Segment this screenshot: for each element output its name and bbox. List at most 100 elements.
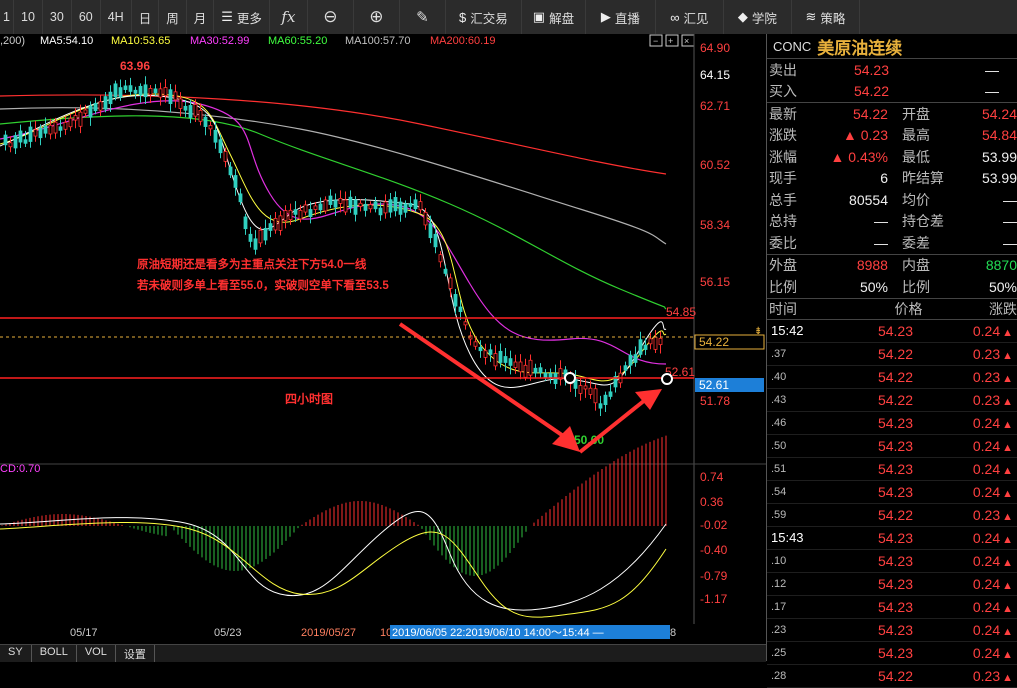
- tick-row[interactable]: .23 54.23 0.24 ▲: [767, 619, 1017, 642]
- ma30-legend: MA30:52.99: [190, 35, 249, 47]
- candle: [643, 344, 648, 350]
- candle: [368, 204, 373, 210]
- candle: [373, 201, 378, 210]
- candle: [43, 125, 48, 134]
- candle: [218, 139, 223, 154]
- trade-button[interactable]: $ 汇交易: [446, 0, 522, 34]
- breakout-marker[interactable]: [661, 373, 673, 385]
- zoom-out-button[interactable]: ⊖: [308, 0, 354, 34]
- tick-change: 0.24 ▲: [972, 437, 1013, 454]
- period-10min-button[interactable]: 10: [14, 0, 43, 34]
- stat-value: 6: [880, 170, 888, 187]
- school-button[interactable]: ◆ 学院: [724, 0, 792, 34]
- candle: [633, 354, 638, 363]
- period-4h-button[interactable]: 4H: [101, 0, 132, 34]
- ma100-legend: MA100:57.70: [345, 35, 410, 47]
- tick-change: 0.24 ▲: [972, 621, 1013, 638]
- current-price-label: 54.22: [699, 335, 729, 349]
- tick-row[interactable]: .50 54.23 0.24 ▲: [767, 435, 1017, 458]
- tick-row[interactable]: .10 54.23 0.24 ▲: [767, 550, 1017, 573]
- tick-row[interactable]: .28 54.22 0.23 ▲: [767, 665, 1017, 688]
- indicator-tab-boll[interactable]: BOLL: [32, 645, 77, 662]
- period-1min-button[interactable]: 1: [0, 0, 14, 34]
- ma30-line: [0, 100, 667, 365]
- fx-button[interactable]: fx: [270, 0, 308, 34]
- indicator-settings[interactable]: 设置: [116, 645, 155, 662]
- candle: [123, 85, 128, 90]
- candle: [283, 210, 288, 221]
- more-button[interactable]: ☰ 更多: [214, 0, 270, 34]
- tick-row[interactable]: .51 54.23 0.24 ▲: [767, 458, 1017, 481]
- period-30min-button[interactable]: 30: [43, 0, 72, 34]
- chart-area[interactable]: ,200) MA5:54.10 MA10:53.65 MA30:52.99 MA…: [0, 34, 766, 644]
- period-month-button[interactable]: 月: [187, 0, 215, 34]
- candle: [223, 151, 228, 162]
- candle: [153, 88, 158, 94]
- annotation-text-1: 原油短期还是看多为主重点关注下方54.0一线: [137, 257, 367, 271]
- up-arrow-line: [578, 394, 652, 454]
- ticks-list[interactable]: 15:42 54.23 0.24 ▲ .37 54.22 0.23 ▲ .40 54.22 0.23…: [767, 320, 1017, 688]
- breakout-marker[interactable]: [564, 372, 576, 384]
- live-button[interactable]: ▶ 直播: [586, 0, 656, 34]
- candle: [393, 197, 398, 212]
- tick-row[interactable]: .59 54.22 0.23 ▲: [767, 504, 1017, 527]
- candle: [603, 394, 608, 406]
- period-day-button[interactable]: 日: [132, 0, 160, 34]
- tick-row[interactable]: .54 54.23 0.24 ▲: [767, 481, 1017, 504]
- candle: [103, 96, 108, 110]
- analysis-button[interactable]: ▣ 解盘: [522, 0, 586, 34]
- price-tick: 64.15: [700, 68, 730, 82]
- candle: [183, 105, 188, 111]
- indicator-tab-sy[interactable]: SY: [0, 645, 32, 662]
- candle: [13, 135, 18, 149]
- chart-period-label: 四小时图: [285, 391, 333, 406]
- tick-row[interactable]: .17 54.23 0.24 ▲: [767, 596, 1017, 619]
- tick-row[interactable]: .40 54.22 0.23 ▲: [767, 366, 1017, 389]
- candlestick-chart[interactable]: ,200) MA5:54.10 MA10:53.65 MA30:52.99 MA…: [0, 34, 766, 644]
- candle: [128, 85, 133, 92]
- candle: [488, 349, 493, 355]
- tick-change: 0.24 ▲: [972, 598, 1013, 615]
- pen-icon: ✎: [416, 9, 429, 26]
- stat-value: 80554: [849, 191, 888, 208]
- x-tick: 05/23: [214, 627, 242, 639]
- up-arrow-icon: ▲: [1002, 326, 1013, 339]
- candle: [248, 233, 253, 242]
- candle: [233, 175, 238, 188]
- period-week-button[interactable]: 周: [159, 0, 187, 34]
- candle: [473, 341, 478, 347]
- tick-row[interactable]: .37 54.22 0.23 ▲: [767, 343, 1017, 366]
- up-arrow-icon: ▲: [1002, 395, 1013, 408]
- candle: [588, 387, 593, 395]
- up-arrow-icon: ▲: [1002, 418, 1013, 431]
- huijian-button[interactable]: ∞ 汇见: [656, 0, 724, 34]
- symbol-title: CONC 美原油连续: [767, 34, 1017, 59]
- candle: [213, 129, 218, 143]
- strategy-button[interactable]: ≋ 策略: [792, 0, 860, 34]
- up-arrow-icon: ▲: [1002, 648, 1013, 661]
- candle: [268, 223, 273, 231]
- candle: [163, 87, 168, 96]
- quote-stat-row: 总手 80554 均价 —: [767, 189, 1017, 211]
- ma10-line: [0, 93, 667, 382]
- tick-row[interactable]: .43 54.22 0.23 ▲: [767, 389, 1017, 412]
- tick-time: .37: [771, 347, 787, 360]
- macd-tick: 0.74: [700, 470, 724, 484]
- tick-row[interactable]: .46 54.23 0.24 ▲: [767, 412, 1017, 435]
- candle: [118, 87, 123, 98]
- draw-button[interactable]: ✎: [400, 0, 446, 34]
- video-icon: ▶: [600, 9, 611, 24]
- candle: [258, 229, 263, 244]
- tick-row[interactable]: .25 54.23 0.24 ▲: [767, 642, 1017, 665]
- candle: [548, 373, 553, 378]
- period-60min-button[interactable]: 60: [72, 0, 101, 34]
- tick-row[interactable]: .12 54.23 0.24 ▲: [767, 573, 1017, 596]
- stat-label: 均价: [901, 191, 930, 208]
- tick-time: .25: [771, 646, 787, 659]
- zoom-in-button[interactable]: ⊕: [354, 0, 400, 34]
- tick-row[interactable]: 15:42 54.23 0.24 ▲: [767, 320, 1017, 343]
- indicator-tab-vol[interactable]: VOL: [77, 645, 116, 662]
- tick-row[interactable]: 15:43 54.23 0.24 ▲: [767, 527, 1017, 550]
- candle: [198, 110, 203, 122]
- candle: [383, 201, 388, 214]
